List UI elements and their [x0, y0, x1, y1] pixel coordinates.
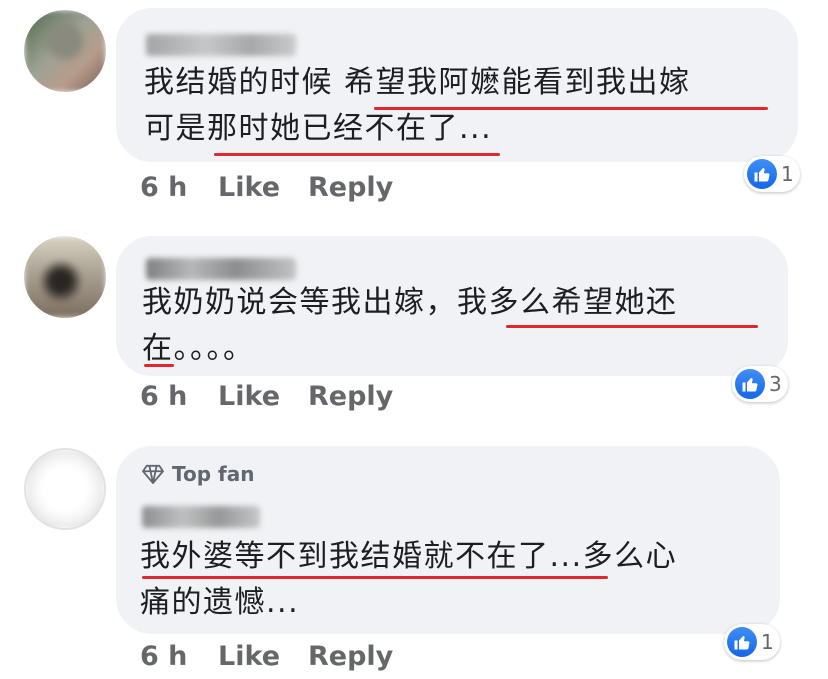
comment-text-line: 痛的遗憾...: [140, 585, 300, 620]
red-underline: [214, 153, 500, 156]
comment-text-line: 我奶奶说会等我出嫁，我多么希望她还: [142, 285, 678, 320]
timestamp[interactable]: 6 h: [140, 641, 187, 672]
reply-button[interactable]: Reply: [308, 381, 393, 412]
like-button[interactable]: Like: [218, 381, 280, 412]
author-name-blurred[interactable]: [142, 506, 260, 528]
red-underline: [506, 325, 758, 328]
like-button[interactable]: Like: [218, 172, 280, 203]
timestamp[interactable]: 6 h: [140, 172, 187, 203]
reaction-count: 3: [769, 372, 782, 396]
reaction-count: 1: [781, 162, 794, 186]
reaction-summary[interactable]: 3: [732, 366, 788, 402]
author-name-blurred[interactable]: [146, 34, 296, 56]
avatar[interactable]: [24, 10, 106, 92]
diamond-icon: [142, 464, 164, 484]
reply-button[interactable]: Reply: [308, 172, 393, 203]
top-fan-badge: Top fan: [142, 462, 254, 486]
reaction-count: 1: [761, 630, 774, 654]
comment-text-line: 我外婆等不到我结婚就不在了...多么心: [140, 539, 678, 574]
red-underline: [142, 576, 608, 579]
avatar[interactable]: [24, 448, 106, 530]
reaction-summary[interactable]: 1: [724, 624, 780, 660]
thumbs-up-icon: [735, 369, 765, 399]
comment-text-line: 可是那时她已经不在了...: [144, 111, 493, 146]
comment-bubble: 我结婚的时候 希望我阿嬷能看到我出嫁 可是那时她已经不在了...: [116, 8, 798, 162]
red-underline: [144, 364, 174, 367]
thumbs-up-icon: [747, 159, 777, 189]
timestamp[interactable]: 6 h: [140, 381, 187, 412]
top-fan-label: Top fan: [172, 462, 255, 486]
avatar[interactable]: [24, 236, 106, 318]
comment-text-line: 我结婚的时候 希望我阿嬷能看到我出嫁: [144, 65, 691, 100]
comment-bubble: 我奶奶说会等我出嫁，我多么希望她还 在。。。。: [116, 236, 788, 376]
red-underline: [374, 107, 768, 110]
reply-button[interactable]: Reply: [308, 641, 393, 672]
thumbs-up-icon: [727, 627, 757, 657]
comment-bubble: Top fan 我外婆等不到我结婚就不在了...多么心 痛的遗憾...: [116, 446, 780, 634]
like-button[interactable]: Like: [218, 641, 280, 672]
reaction-summary[interactable]: 1: [744, 156, 800, 192]
author-name-blurred[interactable]: [146, 258, 296, 280]
